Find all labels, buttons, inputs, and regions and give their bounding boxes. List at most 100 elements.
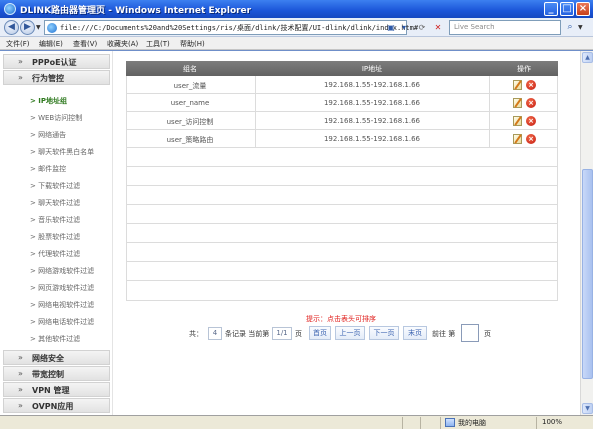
sidebar-item-chat-blackwhite[interactable]: > 聊天软件黑白名单: [30, 147, 94, 157]
refresh-icon[interactable]: ⟳: [414, 21, 430, 34]
maximize-button[interactable]: □: [560, 2, 574, 16]
sidebar-group-security[interactable]: » 网络安全: [3, 350, 110, 365]
menu-file[interactable]: 文件(F): [6, 39, 30, 49]
column-divider: [489, 76, 490, 148]
sidebar-group-pppoe[interactable]: » PPPoE认证: [3, 54, 110, 69]
ip-range: 192.168.1.55-192.168.1.66: [323, 117, 421, 125]
menu-edit[interactable]: 编辑(E): [39, 39, 63, 49]
address-url: file:///C:/Documents%20and%20Settings/ri…: [60, 24, 419, 32]
sidebar-group-label: 带宽控制: [32, 370, 64, 379]
next-page-button[interactable]: 下一页: [369, 326, 399, 340]
status-bar: 我的电脑 100%: [0, 415, 593, 429]
group-name: user_name: [170, 99, 210, 107]
table-row: user_name 192.168.1.55-192.168.1.66 ×: [126, 94, 558, 112]
sidebar-group-bandwidth[interactable]: » 带宽控制: [3, 366, 110, 381]
ip-range: 192.168.1.55-192.168.1.66: [323, 99, 421, 107]
ip-range: 192.168.1.55-192.168.1.66: [323, 135, 421, 143]
sidebar-item-chat-filter[interactable]: > 聊天软件过滤: [30, 198, 80, 208]
menu-tools[interactable]: 工具(T): [146, 39, 170, 49]
sidebar-item-mail-monitor[interactable]: > 邮件监控: [30, 164, 66, 174]
forward-icon[interactable]: ▶: [20, 20, 35, 35]
sidebar-item-notice[interactable]: > 网络通告: [30, 130, 66, 140]
delete-icon[interactable]: ×: [526, 116, 536, 126]
empty-row: [126, 186, 558, 205]
sidebar-item-other-filter[interactable]: > 其他软件过滤: [30, 334, 80, 344]
sidebar-group-label: VPN 管理: [32, 386, 70, 395]
search-dropdown-icon[interactable]: ▼: [578, 20, 588, 35]
page-icon: [47, 23, 57, 33]
security-zone: 我的电脑: [458, 419, 486, 427]
edit-icon[interactable]: [513, 116, 522, 126]
scroll-thumb[interactable]: [582, 169, 593, 379]
menu-help[interactable]: 帮助(H): [180, 39, 205, 49]
address-dropdown-icon[interactable]: ▾: [398, 21, 410, 34]
sidebar-item-music-filter[interactable]: > 音乐软件过滤: [30, 215, 80, 225]
sidebar-item-proxy-filter[interactable]: > 代理软件过滤: [30, 249, 80, 259]
close-button[interactable]: ×: [576, 2, 590, 16]
goto-suffix: 页: [484, 330, 491, 338]
scroll-up-icon[interactable]: ▲: [582, 52, 593, 63]
compat-view-icon[interactable]: ▣: [386, 21, 396, 34]
sidebar-group-vpn[interactable]: » VPN 管理: [3, 382, 110, 397]
delete-icon[interactable]: ×: [526, 80, 536, 90]
column-header-ip[interactable]: IP地址: [256, 64, 488, 74]
menu-bar: 文件(F) 编辑(E) 查看(V) 收藏夹(A) 工具(T) 帮助(H): [0, 37, 593, 50]
address-input[interactable]: file:///C:/Documents%20and%20Settings/ri…: [44, 20, 418, 35]
expand-icon: »: [18, 385, 23, 394]
search-input[interactable]: Live Search: [449, 20, 561, 35]
sidebar-item-stock-filter[interactable]: > 股票软件过滤: [30, 232, 80, 242]
table-row: user_访问控制 192.168.1.55-192.168.1.66 ×: [126, 112, 558, 130]
computer-icon: [445, 418, 455, 427]
sidebar-group-label: OVPN应用: [32, 402, 74, 411]
column-header-action: 操作: [517, 65, 531, 73]
search-icon[interactable]: ⌕: [563, 20, 577, 35]
menu-favorites[interactable]: 收藏夹(A): [107, 39, 138, 49]
goto-label: 前往 第: [432, 330, 456, 338]
pager-records-label: 条记录 当前第: [225, 330, 270, 338]
expand-icon: »: [18, 353, 23, 362]
history-dropdown-icon[interactable]: ▼: [36, 24, 41, 31]
expand-icon: »: [18, 369, 23, 378]
stop-icon[interactable]: ✕: [433, 21, 443, 34]
table-header: 组名 IP地址 操作: [126, 61, 558, 76]
sidebar-item-download-filter[interactable]: > 下载软件过滤: [30, 181, 80, 191]
menu-view[interactable]: 查看(V): [73, 39, 97, 49]
sidebar-item-web-access[interactable]: > WEB访问控制: [30, 113, 82, 123]
goto-page-input[interactable]: [461, 324, 479, 342]
zoom-level[interactable]: 100%: [542, 418, 562, 426]
pager-total-label: 共：: [189, 330, 203, 338]
empty-row: [126, 243, 558, 262]
prev-page-button[interactable]: 上一页: [335, 326, 365, 340]
sidebar-item-netphone-filter[interactable]: > 网络电话软件过滤: [30, 317, 94, 327]
sidebar-item-netgame-filter[interactable]: > 网络游戏软件过滤: [30, 266, 94, 276]
first-page-button[interactable]: 首页: [309, 326, 331, 340]
empty-row: [126, 262, 558, 281]
ie-icon: [4, 3, 16, 15]
empty-row: [126, 148, 558, 167]
status-divider: [440, 417, 441, 429]
sidebar-group-behavior[interactable]: » 行为管控: [3, 70, 110, 85]
edit-icon[interactable]: [513, 98, 522, 108]
delete-icon[interactable]: ×: [526, 134, 536, 144]
scroll-down-icon[interactable]: ▼: [582, 403, 593, 414]
column-header-name[interactable]: 组名: [126, 64, 254, 74]
status-divider: [402, 417, 403, 429]
pager-total-count: 4: [208, 327, 222, 340]
sidebar-item-nettv-filter[interactable]: > 网络电视软件过滤: [30, 300, 94, 310]
sidebar-item-webgame-filter[interactable]: > 网页游戏软件过滤: [30, 283, 94, 293]
last-page-button[interactable]: 末页: [403, 326, 427, 340]
ip-range: 192.168.1.55-192.168.1.66: [323, 81, 421, 89]
back-icon[interactable]: ◀: [4, 20, 19, 35]
window-title: DLINK路由器管理页 - Windows Internet Explorer: [20, 6, 252, 16]
sidebar-item-ip-group[interactable]: > IP地址组: [30, 96, 67, 106]
edit-icon[interactable]: [513, 80, 522, 90]
empty-row: [126, 167, 558, 186]
sidebar-group-ovpn[interactable]: » OVPN应用: [3, 398, 110, 413]
expand-icon: »: [18, 57, 23, 66]
status-divider: [536, 417, 537, 429]
minimize-button[interactable]: _: [544, 2, 558, 16]
column-divider: [255, 76, 256, 148]
delete-icon[interactable]: ×: [526, 98, 536, 108]
edit-icon[interactable]: [513, 134, 522, 144]
vertical-scrollbar[interactable]: ▲ ▼: [580, 51, 593, 415]
